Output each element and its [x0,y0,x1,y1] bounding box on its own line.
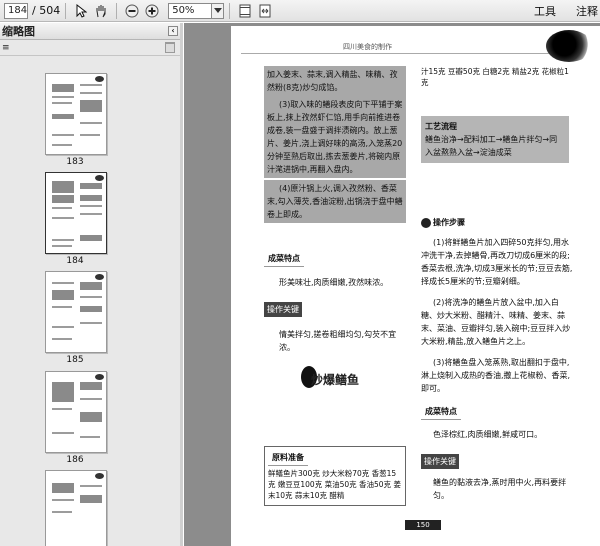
dish-title: 炒爆鳝鱼 [311,373,360,387]
comment-menu[interactable]: 注释 [576,3,598,19]
panel-header: 缩略图 ‹ [0,23,181,40]
key-text-2: 鳝鱼的黏液去净,蒸时用中火,再料要拌匀。 [433,478,567,500]
page-total: / 504 [32,4,61,17]
ingredients-text: 鲜鳝鱼片300克 炒大米粉70克 香葱15克 嫩豆豆100克 菜油50克 香油5… [268,469,401,500]
thumbnail-page[interactable] [45,470,107,546]
step-1: (1)将鲜鳝鱼片加入四碎50克拌匀,用水冲洗干净,去掉鳝骨,再改刀切成6厘米的段… [421,238,573,286]
thumbnail-list[interactable]: 183 184 185 186 [0,57,182,546]
header-rule [241,53,561,54]
step-text-block: (4)原汁锅上火,调入孜然粉、香菜末,勾入薄芡,香油淀粉,出锅浇于盘中鳝卷上即成… [264,180,406,223]
zoom-out-icon[interactable] [123,2,141,20]
ingredients-heading: 原料准备 [268,450,308,466]
panel-collapse-button[interactable]: ‹ [168,26,178,36]
thumbnail-page-current[interactable] [45,172,107,254]
panel-options-icon[interactable]: ≡ [2,43,10,53]
page-number-input[interactable]: 184 [4,2,28,19]
zoom-in-icon[interactable] [143,2,161,20]
panel-toolbar: ≡ [0,40,181,56]
section-heading: 成菜特点 [421,404,461,420]
fit-page-icon[interactable] [236,2,254,20]
document-view[interactable]: 四川美食的制作 加入姜末、蒜末,调入精盐、味精、孜然粉(8克)炒匀成馅。 (3)… [184,23,600,546]
process-box: 工艺流程 鳝鱼治净→配料加工→鳝鱼片拌匀→同入盆熬熟入盆→淀油成菜 [421,116,569,163]
zoom-dropdown-icon[interactable] [212,2,225,19]
zoom-input[interactable]: 50% [168,2,213,19]
tools-menu[interactable]: 工具 [534,3,556,19]
pdf-page: 四川美食的制作 加入姜末、蒜末,调入精盐、味精、孜然粉(8克)炒匀成馅。 (3)… [231,26,600,546]
step-2: (2)将洗净的鳝鱼片放入盆中,加入白糖、炒大米粉、醋精汁、味精、姜末、蒜末、菜油… [421,298,571,346]
thumbnail-label: 183 [66,157,84,167]
ink-brush-decoration [546,30,592,62]
steps-heading: 操作步骤 [433,218,465,227]
key-tag-2: 操作关键 [421,454,459,469]
process-heading: 工艺流程 [425,122,457,131]
ingredients-continued: 汁15克 豆瓣50克 白糖2克 精盐2克 花椒粒1克 [421,67,569,87]
page-number: 150 [405,520,441,530]
thumbnail-page[interactable] [45,271,107,353]
step-3: (3)将鳝鱼盘入笼蒸熟,取出翻扣于盘中,淋上烧制入成热的香油,撒上花椒粉、香菜,… [421,358,571,393]
step-text-block: 加入姜末、蒜末,调入精盐、味精、孜然粉(8克)炒匀成馅。 [264,66,406,96]
key-text: 情美拌匀,搓卷粗细均匀,勾芡不宜浓。 [279,330,397,352]
fit-width-icon[interactable] [256,2,274,20]
key-tag: 操作关键 [264,302,302,317]
trash-icon[interactable] [165,42,175,53]
toolbar: 184 / 504 50% 工具 注释 [0,0,600,22]
ingredients-box: 原料准备 鲜鳝鱼片300克 炒大米粉70克 香葱15克 嫩豆豆100克 菜油50… [264,446,406,506]
thumbnails-panel: 缩略图 ‹ ≡ 183 184 185 186 [0,23,182,546]
panel-splitter[interactable] [180,23,183,546]
process-text: 鳝鱼治净→配料加工→鳝鱼片拌匀→同入盆熬熟入盆→淀油成菜 [425,135,558,157]
thumbnail-label: 184 [66,256,84,266]
select-arrow-icon[interactable] [72,2,90,20]
leaf-icon [421,217,431,228]
section-heading: 成菜特点 [264,251,304,267]
step-text-block: (3)取入味的鳝段表皮向下平铺于案板上,抹上孜然虾仁馅,用手向前推进卷成卷,装一… [264,96,406,178]
thumbnail-page[interactable] [45,73,107,155]
thumbnail-page[interactable] [45,371,107,453]
thumbnail-label: 185 [66,355,84,365]
panel-title: 缩略图 [2,25,35,38]
hand-icon[interactable] [92,2,110,20]
thumbnail-label: 186 [66,455,84,465]
feature-text-2: 色泽棕红,肉质细嫩,鲜咸可口。 [433,430,543,439]
running-head: 四川美食的制作 [343,43,392,51]
feature-text: 形美味壮,肉质细嫩,孜然味浓。 [279,278,389,287]
